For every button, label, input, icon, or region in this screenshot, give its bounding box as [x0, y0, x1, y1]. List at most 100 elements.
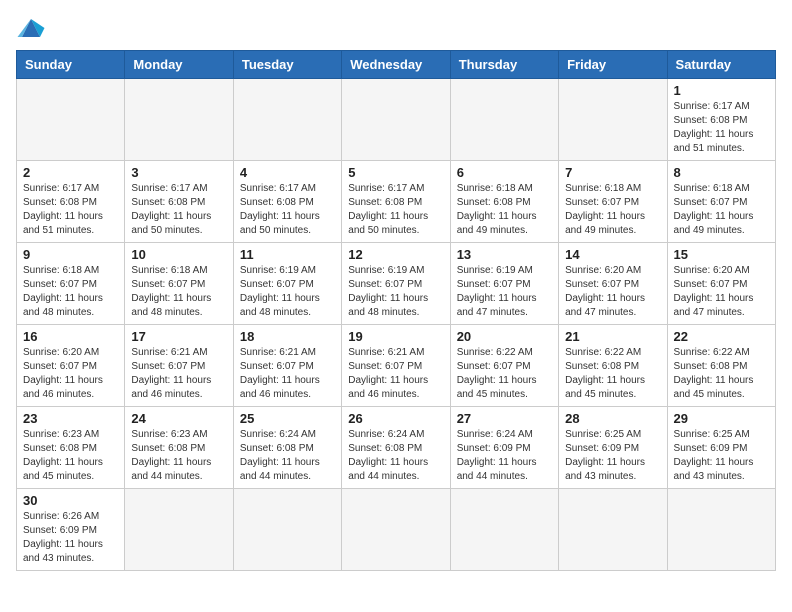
day-number: 24	[131, 411, 226, 426]
day-info: Sunrise: 6:23 AM Sunset: 6:08 PM Dayligh…	[131, 428, 226, 484]
day-number: 4	[240, 165, 335, 180]
day-info: Sunrise: 6:24 AM Sunset: 6:09 PM Dayligh…	[457, 428, 552, 484]
day-info: Sunrise: 6:26 AM Sunset: 6:09 PM Dayligh…	[23, 510, 118, 566]
calendar-cell	[125, 489, 233, 571]
day-info: Sunrise: 6:17 AM Sunset: 6:08 PM Dayligh…	[348, 182, 443, 238]
day-number: 3	[131, 165, 226, 180]
calendar-cell: 24 Sunrise: 6:23 AM Sunset: 6:08 PM Dayli…	[125, 407, 233, 489]
day-number: 7	[565, 165, 660, 180]
day-info: Sunrise: 6:20 AM Sunset: 6:07 PM Dayligh…	[674, 264, 769, 320]
day-info: Sunrise: 6:18 AM Sunset: 6:07 PM Dayligh…	[131, 264, 226, 320]
weekday-row: SundayMondayTuesdayWednesdayThursdayFrid…	[17, 51, 776, 79]
calendar-cell: 25Sunrise: 6:24 AM Sunset: 6:08 PM Dayli…	[233, 407, 341, 489]
day-info: Sunrise: 6:24 AM Sunset: 6:08 PM Dayligh…	[240, 428, 335, 484]
day-info: Sunrise: 6:22 AM Sunset: 6:08 PM Dayligh…	[674, 346, 769, 402]
calendar-cell	[450, 79, 558, 161]
day-number: 9	[23, 247, 118, 262]
calendar-cell: 29 Sunrise: 6:25 AM Sunset: 6:09 PM Dayli…	[667, 407, 775, 489]
day-info: Sunrise: 6:24 AM Sunset: 6:08 PM Dayligh…	[348, 428, 443, 484]
calendar-cell	[667, 489, 775, 571]
day-info: Sunrise: 6:19 AM Sunset: 6:07 PM Dayligh…	[457, 264, 552, 320]
calendar-cell	[559, 79, 667, 161]
day-info: Sunrise: 6:20 AM Sunset: 6:07 PM Dayligh…	[565, 264, 660, 320]
calendar-cell: 15 Sunrise: 6:20 AM Sunset: 6:07 PM Dayli…	[667, 243, 775, 325]
calendar-cell: 12Sunrise: 6:19 AM Sunset: 6:07 PM Dayli…	[342, 243, 450, 325]
calendar-cell	[450, 489, 558, 571]
day-info: Sunrise: 6:25 AM Sunset: 6:09 PM Dayligh…	[565, 428, 660, 484]
day-number: 17	[131, 329, 226, 344]
day-number: 16	[23, 329, 118, 344]
day-number: 23	[23, 411, 118, 426]
day-info: Sunrise: 6:17 AM Sunset: 6:08 PM Dayligh…	[240, 182, 335, 238]
calendar-cell	[342, 79, 450, 161]
calendar-cell: 5 Sunrise: 6:17 AM Sunset: 6:08 PM Daylig…	[342, 161, 450, 243]
calendar-cell: 8Sunrise: 6:18 AM Sunset: 6:07 PM Daylig…	[667, 161, 775, 243]
calendar-week-1: 1Sunrise: 6:17 AM Sunset: 6:08 PM Daylig…	[17, 79, 776, 161]
day-number: 26	[348, 411, 443, 426]
day-info: Sunrise: 6:25 AM Sunset: 6:09 PM Dayligh…	[674, 428, 769, 484]
calendar-cell: 22 Sunrise: 6:22 AM Sunset: 6:08 PM Dayli…	[667, 325, 775, 407]
day-number: 15	[674, 247, 769, 262]
calendar-cell	[233, 79, 341, 161]
day-info: Sunrise: 6:22 AM Sunset: 6:08 PM Dayligh…	[565, 346, 660, 402]
day-info: Sunrise: 6:18 AM Sunset: 6:07 PM Dayligh…	[565, 182, 660, 238]
day-info: Sunrise: 6:19 AM Sunset: 6:07 PM Dayligh…	[240, 264, 335, 320]
day-info: Sunrise: 6:17 AM Sunset: 6:08 PM Dayligh…	[131, 182, 226, 238]
calendar-cell	[342, 489, 450, 571]
day-number: 19	[348, 329, 443, 344]
calendar-cell: 2 Sunrise: 6:17 AM Sunset: 6:08 PM Daylig…	[17, 161, 125, 243]
day-number: 11	[240, 247, 335, 262]
day-info: Sunrise: 6:21 AM Sunset: 6:07 PM Dayligh…	[240, 346, 335, 402]
day-number: 29	[674, 411, 769, 426]
calendar-cell: 30 Sunrise: 6:26 AM Sunset: 6:09 PM Dayli…	[17, 489, 125, 571]
calendar-cell: 14 Sunrise: 6:20 AM Sunset: 6:07 PM Dayli…	[559, 243, 667, 325]
calendar-header: SundayMondayTuesdayWednesdayThursdayFrid…	[17, 51, 776, 79]
day-number: 22	[674, 329, 769, 344]
day-number: 20	[457, 329, 552, 344]
weekday-header-monday: Monday	[125, 51, 233, 79]
day-number: 8	[674, 165, 769, 180]
calendar-cell: 13 Sunrise: 6:19 AM Sunset: 6:07 PM Dayli…	[450, 243, 558, 325]
calendar-cell: 9Sunrise: 6:18 AM Sunset: 6:07 PM Daylig…	[17, 243, 125, 325]
day-number: 5	[348, 165, 443, 180]
day-number: 10	[131, 247, 226, 262]
page-header	[16, 16, 776, 40]
weekday-header-friday: Friday	[559, 51, 667, 79]
calendar-cell: 10 Sunrise: 6:18 AM Sunset: 6:07 PM Dayli…	[125, 243, 233, 325]
calendar-table: SundayMondayTuesdayWednesdayThursdayFrid…	[16, 50, 776, 571]
logo-icon	[16, 16, 46, 40]
day-info: Sunrise: 6:17 AM Sunset: 6:08 PM Dayligh…	[674, 100, 769, 156]
day-info: Sunrise: 6:22 AM Sunset: 6:07 PM Dayligh…	[457, 346, 552, 402]
weekday-header-tuesday: Tuesday	[233, 51, 341, 79]
calendar-week-5: 23 Sunrise: 6:23 AM Sunset: 6:08 PM Dayli…	[17, 407, 776, 489]
day-number: 28	[565, 411, 660, 426]
calendar-cell: 3 Sunrise: 6:17 AM Sunset: 6:08 PM Daylig…	[125, 161, 233, 243]
day-number: 27	[457, 411, 552, 426]
day-number: 13	[457, 247, 552, 262]
calendar-cell: 23Sunrise: 6:23 AM Sunset: 6:08 PM Dayli…	[17, 407, 125, 489]
weekday-header-thursday: Thursday	[450, 51, 558, 79]
calendar-cell: 20 Sunrise: 6:22 AM Sunset: 6:07 PM Dayli…	[450, 325, 558, 407]
day-number: 6	[457, 165, 552, 180]
calendar-cell: 17Sunrise: 6:21 AM Sunset: 6:07 PM Dayli…	[125, 325, 233, 407]
weekday-header-wednesday: Wednesday	[342, 51, 450, 79]
calendar-cell: 21 Sunrise: 6:22 AM Sunset: 6:08 PM Dayli…	[559, 325, 667, 407]
day-number: 21	[565, 329, 660, 344]
calendar-body: 1Sunrise: 6:17 AM Sunset: 6:08 PM Daylig…	[17, 79, 776, 571]
calendar-cell	[559, 489, 667, 571]
calendar-week-4: 16Sunrise: 6:20 AM Sunset: 6:07 PM Dayli…	[17, 325, 776, 407]
day-number: 14	[565, 247, 660, 262]
day-number: 2	[23, 165, 118, 180]
calendar-week-2: 2 Sunrise: 6:17 AM Sunset: 6:08 PM Daylig…	[17, 161, 776, 243]
calendar-cell	[233, 489, 341, 571]
calendar-cell: 7 Sunrise: 6:18 AM Sunset: 6:07 PM Daylig…	[559, 161, 667, 243]
day-number: 30	[23, 493, 118, 508]
calendar-week-6: 30 Sunrise: 6:26 AM Sunset: 6:09 PM Dayli…	[17, 489, 776, 571]
calendar-cell	[17, 79, 125, 161]
calendar-cell: 16Sunrise: 6:20 AM Sunset: 6:07 PM Dayli…	[17, 325, 125, 407]
weekday-header-saturday: Saturday	[667, 51, 775, 79]
calendar-cell: 11 Sunrise: 6:19 AM Sunset: 6:07 PM Dayli…	[233, 243, 341, 325]
weekday-header-sunday: Sunday	[17, 51, 125, 79]
day-info: Sunrise: 6:17 AM Sunset: 6:08 PM Dayligh…	[23, 182, 118, 238]
calendar-cell	[125, 79, 233, 161]
